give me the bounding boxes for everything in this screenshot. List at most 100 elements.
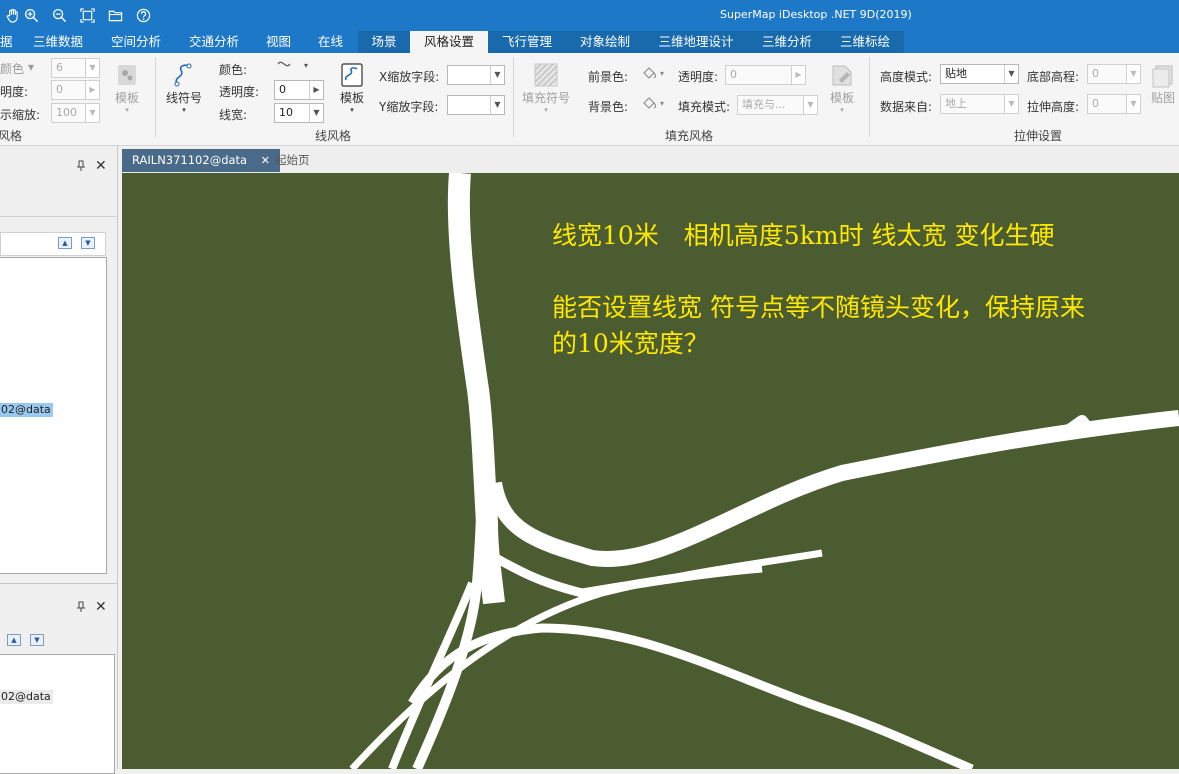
chevron-down-icon[interactable]: ▼ — [490, 96, 504, 114]
tab-object-drawing[interactable]: 对象绘制 — [566, 31, 644, 53]
scene-canvas — [349, 173, 1179, 769]
layer-list[interactable]: 02@data — [0, 257, 107, 574]
line-template-button[interactable]: 模板 ▾ — [339, 61, 365, 115]
tab-flight-management[interactable]: 飞行管理 — [488, 31, 566, 53]
chevron-down-icon[interactable]: ▼ — [490, 66, 504, 84]
x-scale-field-label: X缩放字段: — [379, 70, 440, 84]
tab-spatial-analysis[interactable]: 空间分析 — [107, 31, 165, 53]
tab-3d-geo-design[interactable]: 三维地理设计 — [644, 31, 748, 53]
close-icon[interactable]: ✕ — [95, 158, 107, 174]
chevron-down-icon[interactable]: ▼ — [803, 96, 817, 114]
line-opacity-field[interactable]: 0 ▶ — [274, 80, 324, 100]
line-style-group-title: 线风格 — [315, 129, 352, 143]
tab-view[interactable]: 视图 — [262, 31, 295, 53]
window-title: SuperMap iDesktop .NET 9D(2019) — [720, 8, 912, 21]
move-down-icon[interactable]: ▼ — [81, 237, 95, 249]
point-scale-label: 示缩放: — [0, 108, 41, 122]
point-size-field[interactable]: 6 ▼ — [51, 58, 100, 78]
x-scale-field-select[interactable]: ▼ — [447, 65, 505, 85]
point-color-label: 颜色 — [0, 62, 25, 76]
texture-button[interactable]: 贴图 — [1150, 61, 1176, 106]
tab-3d-analysis[interactable]: 三维分析 — [748, 31, 826, 53]
document-tab-bar: RAILN371102@data ✕ 起始页 — [122, 149, 1179, 173]
line-width-field[interactable]: 10 ▼ — [274, 103, 324, 123]
fill-symbol-button[interactable]: 填充符号 ▾ — [522, 61, 570, 115]
line-symbol-icon — [171, 61, 197, 89]
move-down-icon[interactable]: ▼ — [30, 634, 44, 646]
svg-text:▾: ▾ — [660, 99, 664, 108]
chevron-down-icon[interactable]: ▼ — [85, 59, 99, 77]
tab-scene[interactable]: 场景 — [358, 31, 410, 53]
annotation-line-3: 的10米宽度？ — [552, 329, 709, 358]
bottom-altitude-field[interactable]: 0 ▼ — [1087, 64, 1141, 84]
tab-3d-plotting[interactable]: 三维标绘 — [826, 31, 904, 53]
panel-divider — [0, 216, 118, 217]
chevron-down-icon[interactable]: ▼ — [1004, 65, 1018, 83]
bottom-altitude-label: 底部高程: — [1027, 70, 1080, 84]
scene-view[interactable]: 线宽10米 相机高度5km时 线太宽 变化生硬 能否设置线宽 符号点等不随镜头变… — [122, 173, 1179, 769]
annotation-line-2: 能否设置线宽 符号点等不随镜头变化，保持原来 — [552, 293, 1085, 322]
full-extent-icon[interactable] — [78, 6, 96, 24]
group-divider — [513, 57, 514, 137]
line-opacity-label: 透明度: — [219, 85, 260, 99]
zoom-in-icon[interactable] — [22, 6, 40, 24]
close-icon[interactable]: ✕ — [95, 599, 107, 615]
doc-tab-start-page[interactable]: 起始页 — [265, 149, 320, 172]
point-opacity-field[interactable]: 0 ▶ — [51, 80, 100, 100]
y-scale-field-select[interactable]: ▼ — [447, 95, 505, 115]
point-template-button[interactable]: 模板 ▾ — [114, 61, 140, 115]
data-source-select[interactable]: 地上 ▼ — [940, 94, 1019, 114]
fill-opacity-field[interactable]: 0 ▶ — [725, 65, 806, 85]
svg-text:▾: ▾ — [304, 61, 308, 70]
fill-symbol-icon — [533, 61, 559, 89]
fill-mode-select[interactable]: 填充与... ▼ — [737, 95, 818, 115]
railway-line-curve — [486, 410, 1179, 568]
background-color-picker[interactable]: ▾ — [641, 96, 667, 113]
point-style-group-title: 风格 — [0, 129, 23, 143]
line-color-picker[interactable]: ▾ — [276, 58, 310, 75]
railway-line-south — [408, 623, 974, 769]
group-divider — [869, 57, 870, 137]
line-symbol-button[interactable]: 线符号 ▾ — [166, 61, 202, 115]
height-mode-label: 高度模式: — [880, 70, 933, 84]
list-item[interactable]: 02@data — [0, 403, 53, 417]
pan-hand-icon[interactable] — [3, 6, 21, 24]
point-template-icon — [114, 61, 140, 89]
ribbon-panel: 颜色 ▾ 6 ▼ 明度: 0 ▶ 示缩放: 100 ▼ 模板 ▾ 风格 线符号 ▾ 颜… — [0, 53, 1179, 146]
texture-icon — [1150, 61, 1176, 89]
height-mode-select[interactable]: 贴地 ▼ — [940, 64, 1019, 84]
chevron-down-icon[interactable]: ▼ — [1126, 65, 1140, 83]
move-up-icon[interactable]: ▲ — [58, 237, 72, 249]
chevron-down-icon[interactable]: ▼ — [309, 104, 323, 122]
chevron-down-icon[interactable]: ▼ — [1126, 95, 1140, 113]
tab-online[interactable]: 在线 — [314, 31, 347, 53]
fill-template-button[interactable]: 模板 ▾ — [829, 61, 855, 115]
fill-template-icon — [829, 61, 855, 89]
tab-traffic-analysis[interactable]: 交通分析 — [185, 31, 243, 53]
pin-icon[interactable] — [76, 160, 86, 175]
point-scale-field[interactable]: 100 ▼ — [51, 103, 100, 123]
foreground-color-picker[interactable]: ▾ — [641, 66, 667, 83]
help-icon[interactable] — [134, 6, 152, 24]
y-scale-field-label: Y缩放字段: — [379, 100, 439, 114]
open-folder-icon[interactable] — [106, 6, 124, 24]
point-color-dropdown[interactable]: ▾ — [28, 60, 34, 74]
doc-tab-railn[interactable]: RAILN371102@data ✕ — [122, 149, 280, 172]
chevron-right-icon[interactable]: ▶ — [791, 66, 805, 84]
point-opacity-label: 明度: — [0, 85, 29, 99]
extrude-height-field[interactable]: 0 ▼ — [1087, 94, 1141, 114]
chevron-down-icon[interactable]: ▼ — [85, 104, 99, 122]
move-up-icon[interactable]: ▲ — [7, 634, 21, 646]
tab-style-settings[interactable]: 风格设置 — [410, 31, 488, 53]
chevron-down-icon[interactable]: ▼ — [1004, 95, 1018, 113]
tab-data[interactable]: 据 — [0, 31, 17, 53]
list-item[interactable]: 02@data — [0, 690, 53, 704]
tab-3d-data[interactable]: 三维数据 — [29, 31, 87, 53]
layer-list[interactable]: 02@data — [0, 654, 115, 774]
chevron-right-icon[interactable]: ▶ — [85, 81, 99, 99]
line-width-label: 线宽: — [219, 108, 248, 122]
zoom-out-icon[interactable] — [50, 6, 68, 24]
fill-style-group-title: 填充风格 — [665, 129, 714, 143]
pin-icon[interactable] — [76, 601, 86, 616]
chevron-right-icon[interactable]: ▶ — [309, 81, 323, 99]
